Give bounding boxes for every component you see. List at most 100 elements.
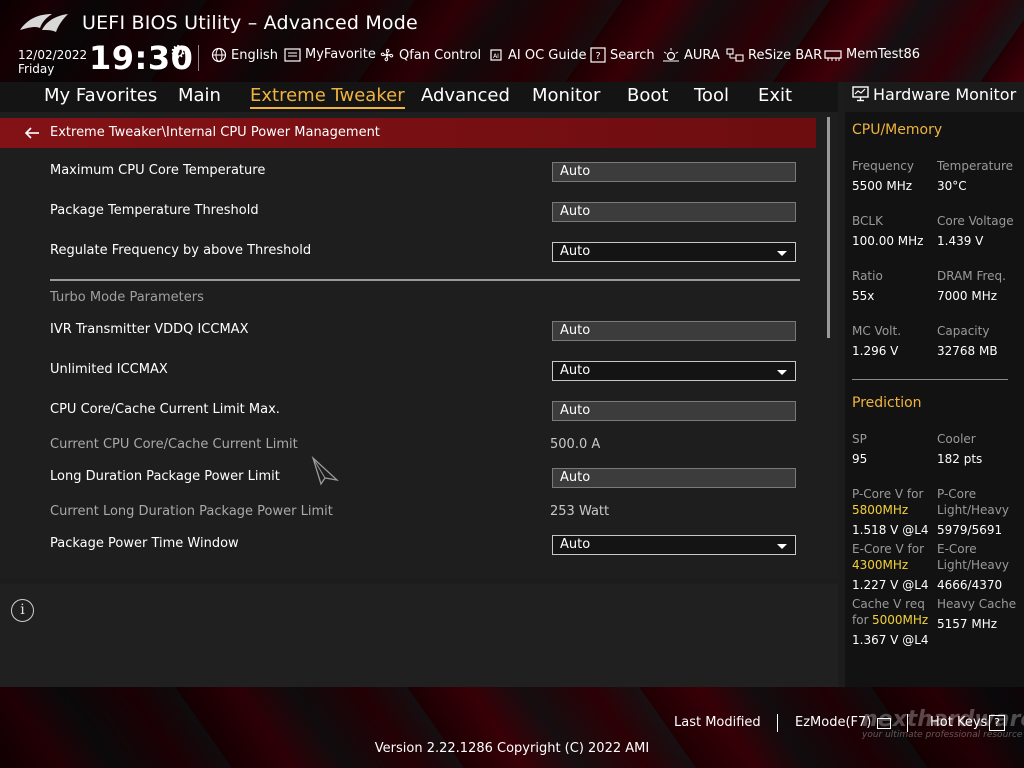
- ezmode-button[interactable]: EzMode(F7): [795, 715, 871, 730]
- hm-bclk-label: BCLK: [852, 214, 883, 228]
- watermark-tagline: your ultimate professional resource: [862, 730, 1023, 740]
- max-cpu-temp-label: Maximum CPU Core Temperature: [50, 163, 266, 178]
- core-cache-limit-label: CPU Core/Cache Current Limit Max.: [50, 402, 280, 417]
- toolbar-qfan-label: Qfan Control: [399, 47, 482, 63]
- hm-mc-volt-value: 1.296 V: [852, 344, 899, 358]
- chevron-down-icon: [777, 370, 787, 375]
- hm-cooler-label: Cooler: [937, 432, 976, 446]
- toolbar-aiocguide-label: AI OC Guide: [508, 47, 587, 63]
- pkg-temp-threshold-label: Package Temperature Threshold: [50, 203, 259, 218]
- chevron-down-icon: [777, 251, 787, 256]
- hm-core-voltage-label: Core Voltage: [937, 214, 1014, 228]
- hm-heavy-cache-label: Heavy Cache: [937, 597, 1017, 611]
- section-divider: [50, 279, 800, 281]
- long-dur-ppl-label: Long Duration Package Power Limit: [50, 469, 280, 484]
- hm-dram-freq-label: DRAM Freq.: [937, 269, 1006, 283]
- toolbar-aura-button[interactable]: AURA: [662, 47, 720, 63]
- toolbar-separator: [198, 45, 199, 71]
- globe-icon: [211, 47, 227, 63]
- ivr-vddq-input[interactable]: Auto: [552, 321, 796, 341]
- menu-tab-monitor[interactable]: Monitor: [532, 85, 600, 106]
- menu-tab-exit[interactable]: Exit: [758, 85, 792, 106]
- regulate-freq-value: Auto: [560, 244, 591, 259]
- menu-tab-extreme-tweaker[interactable]: Extreme Tweaker: [250, 85, 405, 109]
- hm-capacity-value: 32768 MB: [937, 344, 998, 358]
- resize-bar-icon: [726, 48, 744, 62]
- hm-ecore-lh-label1: E-Core: [937, 542, 977, 556]
- max-cpu-temp-value: Auto: [560, 164, 591, 179]
- max-cpu-temp-input[interactable]: Auto: [552, 162, 796, 182]
- ivr-vddq-value: Auto: [560, 323, 591, 338]
- toolbar-myfavorite-button[interactable]: MyFavorite: [284, 47, 376, 62]
- favorite-icon: [284, 47, 301, 62]
- clock-settings-gear-icon[interactable]: ⚙: [170, 42, 186, 63]
- menu-tab-boot[interactable]: Boot: [627, 85, 668, 106]
- help-info-panel: [0, 584, 838, 687]
- hm-sp-label: SP: [852, 432, 867, 446]
- hm-core-voltage-value: 1.439 V: [937, 234, 984, 248]
- pkg-time-window-value: Auto: [560, 537, 591, 552]
- core-cache-limit-input[interactable]: Auto: [552, 401, 796, 421]
- date-text: 12/02/2022: [18, 48, 88, 62]
- ai-icon: AI: [490, 49, 502, 61]
- menu-tab-tool[interactable]: Tool: [694, 85, 729, 106]
- core-cache-limit-value: Auto: [560, 403, 591, 418]
- back-arrow-icon[interactable]: [24, 125, 40, 141]
- long-dur-ppl-input[interactable]: Auto: [552, 468, 796, 488]
- toolbar-search-button[interactable]: ? Search: [590, 47, 655, 63]
- menu-tab-my-favorites[interactable]: My Favorites: [44, 85, 157, 106]
- hm-cooler-value: 182 pts: [937, 452, 983, 466]
- date-display: 12/02/2022 Friday: [18, 48, 87, 76]
- hm-pcore-v-label: P-Core V for: [852, 487, 924, 501]
- hm-heavy-cache-value: 5157 MHz: [937, 617, 998, 631]
- hm-ecore-v-label: E-Core V for: [852, 542, 925, 556]
- hm-frequency-label: Frequency: [852, 159, 914, 173]
- pkg-time-window-label: Package Power Time Window: [50, 536, 239, 551]
- toolbar-qfan-button[interactable]: Qfan Control: [379, 47, 481, 63]
- last-modified-button[interactable]: Last Modified: [674, 715, 761, 730]
- hm-dram-freq-value: 7000 MHz: [937, 289, 998, 303]
- version-text: Version 2.22.1286 Copyright (C) 2022 AMI: [374, 741, 650, 756]
- fan-icon: [380, 48, 394, 62]
- unlimited-iccmax-value: Auto: [560, 363, 591, 378]
- hm-pcore-lh-label1: P-Core: [937, 487, 977, 501]
- hm-ecore-v-freq: 4300MHz: [852, 558, 909, 572]
- regulate-freq-label: Regulate Frequency by above Threshold: [50, 243, 312, 258]
- toolbar-search-label: Search: [610, 47, 655, 63]
- hm-prediction-title: Prediction: [852, 395, 922, 411]
- menu-tab-main[interactable]: Main: [178, 85, 221, 106]
- hm-pcore-v-value: 1.518 V @L4: [852, 523, 929, 537]
- hm-ecore-lh-label2: Light/Heavy: [937, 558, 1009, 572]
- pkg-temp-threshold-input[interactable]: Auto: [552, 202, 796, 222]
- current-core-cache-label: Current CPU Core/Cache Current Limit: [50, 437, 298, 452]
- unlimited-iccmax-dropdown[interactable]: Auto: [552, 361, 796, 381]
- regulate-freq-dropdown[interactable]: Auto: [552, 242, 796, 262]
- hm-ratio-value: 55x: [852, 289, 875, 303]
- app-title: UEFI BIOS Utility – Advanced Mode: [82, 12, 418, 34]
- hm-divider: [852, 379, 1008, 380]
- aura-icon: [663, 48, 679, 62]
- watermark-brand: nexthardware: [862, 707, 1024, 732]
- hm-temperature-label: Temperature: [937, 159, 1014, 173]
- hm-frequency-value: 5500 MHz: [852, 179, 913, 193]
- toolbar-memtest-button[interactable]: MemTest86: [824, 47, 920, 62]
- toolbar-aiocguide-button[interactable]: AI AI OC Guide: [488, 47, 586, 63]
- menu-tab-advanced[interactable]: Advanced: [421, 85, 510, 106]
- toolbar-language-button[interactable]: English: [211, 47, 278, 63]
- hm-capacity-label: Capacity: [937, 324, 990, 338]
- hm-cache-v-value: 1.367 V @L4: [852, 633, 929, 647]
- monitor-icon: [852, 86, 869, 102]
- pkg-time-window-dropdown[interactable]: Auto: [552, 535, 796, 555]
- breadcrumb-text: Extreme Tweaker\Internal CPU Power Manag…: [50, 125, 380, 140]
- toolbar-resizebar-button[interactable]: ReSize BAR: [726, 47, 822, 63]
- info-icon: i: [11, 599, 34, 622]
- settings-scrollbar[interactable]: [827, 117, 830, 338]
- hm-cache-v-freq: 5000MHz: [872, 613, 929, 627]
- main-menu: My Favorites Main Extreme Tweaker Advanc…: [0, 82, 838, 112]
- hm-ecore-lh-value: 4666/4370: [937, 578, 1003, 592]
- memtest-icon: [824, 49, 842, 61]
- day-text: Friday: [18, 62, 55, 76]
- current-long-dur-label: Current Long Duration Package Power Limi…: [50, 504, 333, 519]
- mouse-pointer-icon: [311, 456, 339, 486]
- hm-mc-volt-label: MC Volt.: [852, 324, 902, 338]
